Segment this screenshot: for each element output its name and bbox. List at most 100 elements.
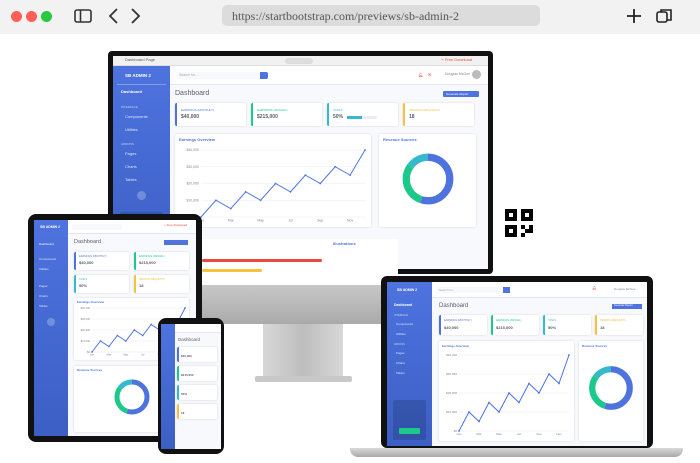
monitor-stand-base [255,376,352,382]
tablet-sidebar: SB ADMIN 2 Dashboard Components Utilitie… [34,220,68,436]
phone-screen: Dashboard $40,000 $215,000 50% 18 [161,324,221,449]
address-bar[interactable]: https://startbootstrap.com/previews/sb-a… [222,5,540,26]
y-tick-label: $10,000 [81,339,91,343]
card-tasks: TASKS 50% [327,103,398,126]
laptop-page-title: Dashboard [439,303,469,309]
phone-topbar [175,324,221,333]
x-tick-label: Jul [517,432,521,436]
y-tick-label: $30,000 [81,317,91,321]
nav-tables[interactable]: Tables [125,177,137,182]
x-tick-label: May [496,432,502,436]
maximize-window-icon[interactable] [41,11,52,22]
desktop-tabbar: Dashboard Page + Free Download [113,56,488,66]
illustrations-panel: Illustrations [198,239,398,279]
x-tick-label: Mar [228,219,235,223]
nav-heading-interface: INTERFACE [121,105,138,109]
y-tick-label: $10,000 [186,198,199,202]
laptop-report-button[interactable]: Generate Report [612,304,642,309]
x-tick-label: Sep [317,219,323,223]
tab-overview-icon[interactable] [654,6,674,26]
card-earnings-monthly: EARNINGS (MONTHLY) $40,000 [175,103,246,126]
nav-components[interactable]: Components [125,114,148,119]
x-tick-label: Nov [556,432,562,436]
nav-charts[interactable]: Charts [125,164,137,169]
laptop-earnings-line-chart: $0$10,000$20,000$30,000$40,000Jan Mar May J… [446,353,570,436]
search-input[interactable]: Search for... [176,72,260,79]
bell-icon[interactable]: 🔔︎ [418,72,423,77]
tablet-collapse-button[interactable] [47,318,55,326]
tablet-search-input[interactable] [72,224,122,230]
data-point [141,334,144,337]
nav-pages[interactable]: Pages [125,151,136,156]
data-point [558,382,560,385]
generate-report-button[interactable]: Generate Report [443,91,479,97]
envelope-icon[interactable]: ✉︎ [428,72,431,77]
x-tick-label: Jul [288,219,293,223]
download-button[interactable]: + Free Download [441,57,472,62]
revenue-title: Revenue Sources [383,137,417,142]
tablet-nav-dashboard[interactable]: Dashboard [39,242,54,246]
monitor-chin [198,285,398,324]
data-point [498,411,500,413]
user-name[interactable]: Douglas McGee [445,72,470,76]
laptop-sidebar: SB ADMIN 2 Dashboard INTERFACE Component… [387,282,432,446]
laptop-search-input[interactable]: Search for... [437,287,503,293]
x-tick-label: May [257,219,264,223]
tab-label[interactable]: Dashboard Page [125,57,155,62]
data-point [548,373,550,375]
data-point [133,329,136,331]
x-tick-label: Jan [90,353,95,357]
laptop-search-button[interactable] [503,287,510,293]
laptop-base [350,448,683,457]
phone-sidebar [161,324,175,449]
tablet-page-title: Dashboard [74,239,101,245]
minimize-window-icon[interactable] [26,11,37,22]
data-point [488,401,490,404]
data-point [124,340,127,342]
x-tick-label: Jul [141,353,145,357]
laptop-revenue-card: Revenue Sources [579,341,643,441]
laptop-topbar: Search for... 🔔︎ Douglas McGee [432,282,647,298]
y-tick-label: $40,000 [186,148,199,152]
nav-dashboard[interactable]: Dashboard [121,89,142,94]
data-point [274,182,277,185]
tablet-revenue-donut [114,379,150,415]
sidebar-collapse-button[interactable] [137,191,146,200]
upgrade-button[interactable] [399,428,420,434]
phone-page-title: Dashboard [178,337,201,342]
nav-utilities[interactable]: Utilities [125,127,138,132]
data-point [244,190,247,193]
x-tick-label: Jan [457,432,462,436]
card-pending-requests: PENDING REQUESTS 18 [403,103,474,126]
y-tick-label: $10,000 [446,410,457,414]
data-point [458,430,460,432]
page-title: Dashboard [175,90,210,97]
data-point [184,307,186,309]
data-point [150,323,153,326]
tablet-report-button[interactable] [164,240,188,245]
topbar: Search for... 🔔︎ ✉︎ Douglas McGee [170,66,488,85]
forward-icon[interactable] [125,6,145,26]
back-icon[interactable] [104,6,124,26]
avatar[interactable] [472,70,481,79]
x-tick-label: Sep [536,432,542,436]
data-point [116,334,119,337]
laptop-nav-dashboard[interactable]: Dashboard [394,303,412,307]
qr-code-icon [505,209,533,237]
data-point [304,174,307,177]
data-point [91,351,93,353]
brand[interactable]: SB ADMIN 2 [125,73,151,78]
laptop-sidebar-promo [393,400,426,440]
sidebar-toggle-icon[interactable] [73,6,93,26]
monitor-stand-neck [263,324,343,379]
laptop-bell-icon[interactable]: 🔔︎ [592,286,596,290]
url-pill[interactable] [285,58,313,64]
browser-toolbar: https://startbootstrap.com/previews/sb-a… [0,0,700,34]
x-tick-label: Nov [347,219,353,223]
search-button[interactable] [260,72,268,79]
card-earnings-annual: EARNINGS (ANNUAL) $215,000 [251,103,322,126]
laptop-revenue-donut [589,366,633,410]
data-point [99,340,102,342]
new-tab-icon[interactable] [624,6,644,26]
close-window-icon[interactable] [11,11,22,22]
